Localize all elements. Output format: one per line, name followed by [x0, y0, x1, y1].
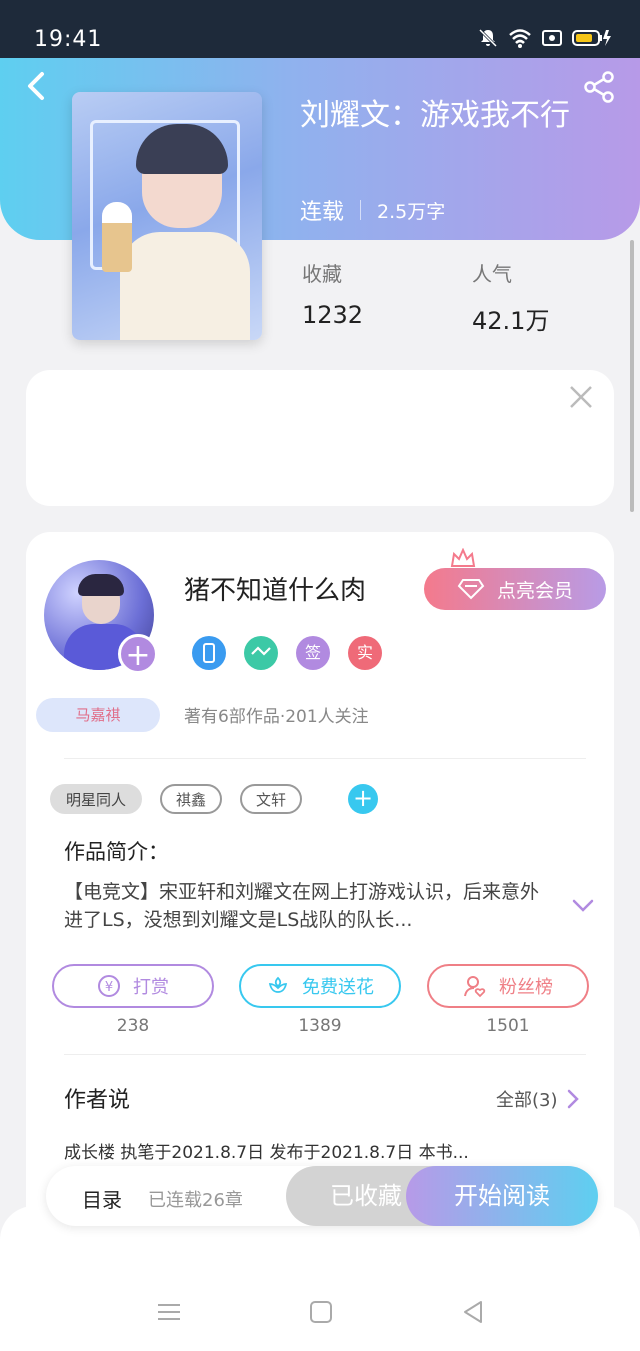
stat-favorites: 收藏 1232	[302, 258, 363, 329]
fan-badge: 马嘉祺	[36, 698, 160, 732]
signed-badge: 签	[296, 636, 330, 670]
tip-button[interactable]: ¥ 打赏	[52, 964, 214, 1008]
send-flower-label: 免费送花	[302, 977, 374, 998]
add-tag-button[interactable]: +	[348, 784, 379, 814]
verified-badge: 实	[348, 636, 382, 670]
chevron-down-icon[interactable]	[570, 892, 596, 918]
tag-item[interactable]: 文轩	[240, 784, 303, 814]
fan-ranking-label: 粉丝榜	[499, 977, 553, 998]
author-name[interactable]: 猪不知道什么肉	[184, 570, 366, 607]
status-icons	[478, 28, 612, 52]
stat-value: 1232	[302, 301, 364, 329]
phone-badge-icon	[192, 636, 226, 670]
stat-label: 收藏	[302, 262, 342, 286]
status-time: 19:41	[34, 27, 103, 52]
flower-count: 1389	[298, 1016, 342, 1036]
battery-icon	[572, 28, 612, 52]
fan-ranking-count: 1501	[486, 1016, 530, 1036]
author-says-all-label: 全部(3)	[496, 1090, 558, 1111]
chevron-right-icon	[567, 1089, 579, 1109]
author-badges: 签 实	[192, 636, 382, 670]
stat-value: 42.1万	[472, 307, 550, 335]
wifi-icon	[508, 28, 532, 52]
follow-author-button[interactable]: +	[118, 634, 158, 674]
intro-text[interactable]: 【电竞文】宋亚轩和刘耀文在网上打游戏认识，后来意外进了LS，没想到刘耀文是LS战…	[64, 878, 552, 934]
back-triangle-icon[interactable]	[460, 1300, 486, 1324]
screen-record-icon	[542, 29, 562, 51]
vip-button-label: 点亮会员	[496, 579, 573, 602]
close-icon	[570, 386, 592, 408]
ad-card	[26, 370, 614, 506]
diamond-icon	[457, 579, 485, 600]
avatar-hair	[78, 574, 124, 596]
stat-label: 人气	[472, 262, 512, 286]
word-count: 2.5万字	[377, 200, 446, 223]
stat-popularity: 人气 42.1万	[472, 258, 549, 336]
status-bar: 19:41	[0, 0, 640, 58]
fan-ranking-button[interactable]: 粉丝榜	[427, 964, 589, 1008]
intro-heading: 作品简介：	[64, 840, 169, 864]
divider	[64, 758, 586, 759]
coin-icon: ¥	[98, 975, 120, 997]
tag-item[interactable]: 明星同人	[50, 784, 143, 814]
vip-button[interactable]: 点亮会员	[424, 568, 606, 610]
send-flower-button[interactable]: 免费送花	[239, 964, 401, 1008]
author-says-heading: 作者说	[64, 1088, 131, 1113]
user-heart-icon	[464, 976, 486, 998]
tag-item[interactable]: 祺鑫	[160, 784, 223, 814]
back-button[interactable]	[20, 68, 56, 104]
book-title: 刘耀文：游戏我不行	[300, 98, 570, 133]
serial-status: 连载	[300, 200, 345, 225]
mute-bell-icon	[478, 28, 498, 52]
book-cover-image[interactable]	[72, 92, 262, 340]
system-nav-bar	[0, 1290, 640, 1334]
home-icon[interactable]	[308, 1300, 334, 1324]
chapter-count: 已连载26章	[148, 1190, 243, 1211]
scrollbar[interactable]	[630, 240, 634, 512]
start-reading-button[interactable]: 开始阅读	[406, 1166, 598, 1226]
author-says-all-link[interactable]: 全部(3)	[496, 1086, 580, 1112]
chevron-left-icon	[28, 72, 44, 100]
tag-list: 明星同人 祺鑫 文轩 +	[50, 784, 379, 814]
tip-count: 238	[116, 1016, 150, 1036]
svg-text:¥: ¥	[105, 980, 113, 995]
handshake-badge-icon	[244, 636, 278, 670]
close-ad-button[interactable]	[566, 382, 596, 412]
divider	[64, 1054, 586, 1055]
table-of-contents-button[interactable]: 目录	[82, 1184, 122, 1213]
menu-icon[interactable]	[156, 1300, 182, 1324]
cover-shirt	[120, 232, 250, 340]
author-note-preview[interactable]: 成长楼 执笔于2021.8.7日 发布于2021.8.7日 本书...	[64, 1138, 469, 1163]
crown-icon	[450, 548, 476, 567]
tip-button-label: 打赏	[133, 977, 169, 998]
flower-icon	[268, 976, 288, 993]
meta-separator	[360, 200, 362, 220]
author-works-info: 著有6部作品·201人关注	[184, 707, 369, 727]
cover-ice-cream	[102, 202, 132, 272]
book-meta: 连载 2.5万字	[300, 194, 445, 226]
